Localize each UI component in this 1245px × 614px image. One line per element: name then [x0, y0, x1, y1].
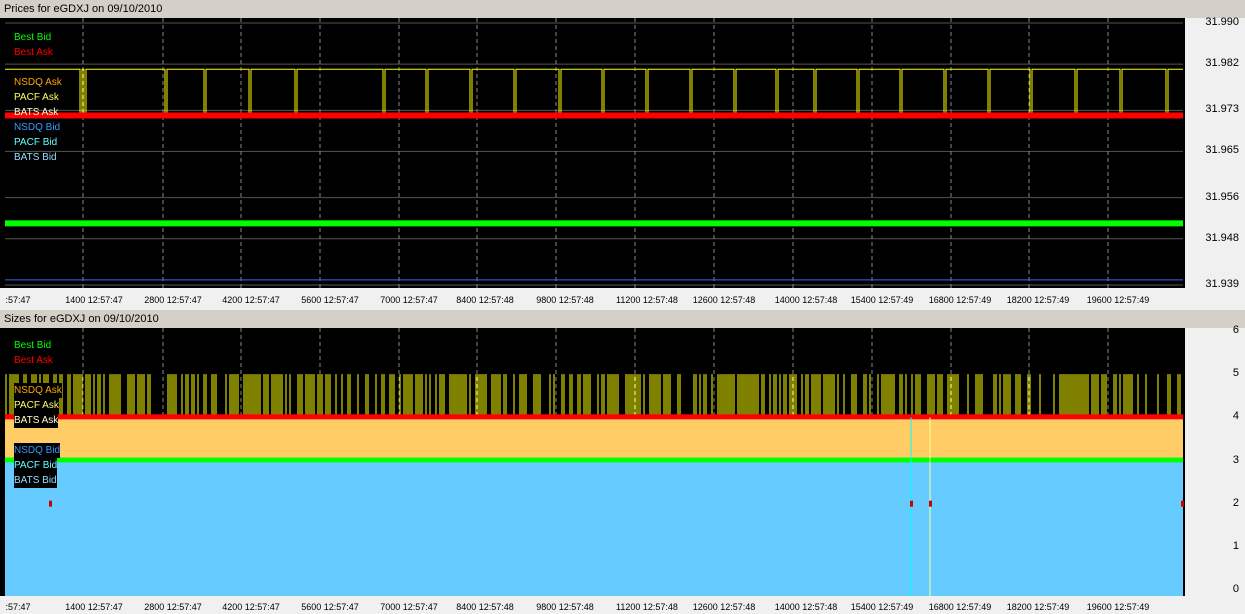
red-marker: [929, 500, 932, 507]
x-tick-label: 15400 12:57:49: [850, 295, 914, 305]
legend-best-ask: Best Ask: [14, 355, 53, 366]
red-marker: [910, 500, 913, 507]
x-tick-label: 1400 12:57:47: [65, 602, 123, 612]
x-tick-label: 11200 12:57:48: [616, 295, 678, 305]
x-tick-label: 2800 12:57:47: [144, 602, 202, 612]
y-tick-label: 1: [1232, 539, 1239, 552]
sizes-legend: Best Bid Best Ask NSDQ Ask PACF Ask BATS…: [14, 338, 62, 488]
x-tick-label: 18200 12:57:49: [1006, 295, 1070, 305]
bats-bid-area: [5, 460, 1183, 596]
x-tick-label: 4200 12:57:47: [222, 295, 280, 305]
best-ask-line: [5, 112, 1183, 119]
y-tick-label: 31.956: [1205, 190, 1239, 203]
y-tick-label: 5: [1232, 367, 1239, 380]
best-bid-line: [5, 220, 1183, 227]
legend-nsdq-ask: NSDQ Ask: [14, 383, 62, 398]
legend-pacf-ask: PACF Ask: [14, 92, 59, 103]
x-tick-label: 2800 12:57:47: [144, 295, 202, 305]
y-tick-label: 6: [1232, 324, 1239, 336]
best-ask-size-line: [5, 414, 1183, 420]
x-tick-label: 12600 12:57:48: [692, 602, 756, 612]
x-tick-label: 12600 12:57:48: [692, 295, 756, 305]
x-tick-label: :57:47: [5, 295, 31, 305]
y-tick-label: 31.982: [1205, 57, 1239, 70]
y-tick-label: 31.939: [1205, 278, 1239, 290]
prices-legend: Best Bid Best Ask NSDQ Ask PACF Ask BATS…: [14, 30, 62, 165]
x-tick-label: 4200 12:57:47: [222, 602, 280, 612]
legend-best-ask: Best Ask: [14, 47, 53, 58]
sizes-plot: [0, 328, 1185, 596]
x-tick-label: 19600 12:57:49: [1086, 295, 1150, 305]
legend-best-bid: Best Bid: [14, 340, 52, 351]
red-marker: [49, 500, 52, 507]
prices-title: Prices for eGDXJ on 09/10/2010: [0, 0, 1245, 18]
x-tick-label: 1400 12:57:47: [65, 295, 123, 305]
x-tick-label: 14000 12:57:48: [774, 295, 838, 305]
x-tick-label: 7000 12:57:47: [380, 295, 438, 305]
plot-background: [0, 18, 1185, 288]
bats-ask-area: [5, 417, 1183, 461]
x-tick-label: 18200 12:57:49: [1006, 602, 1070, 612]
legend-best-bid: Best Bid: [14, 32, 52, 43]
legend-bats-bid: BATS Bid: [14, 152, 57, 163]
x-tick-label: 19600 12:57:49: [1086, 602, 1150, 612]
y-tick-label: 3: [1232, 453, 1239, 466]
legend-pacf-ask: PACF Ask: [14, 398, 59, 413]
y-tick-label: 2: [1232, 496, 1239, 509]
x-tick-label: 15400 12:57:49: [850, 602, 914, 612]
x-tick-label: 8400 12:57:48: [456, 295, 514, 305]
x-tick-label: 9800 12:57:48: [536, 295, 594, 305]
prices-plot: [0, 18, 1185, 288]
y-tick-label: 0: [1232, 583, 1239, 595]
x-tick-label: 7000 12:57:47: [380, 602, 438, 612]
y-tick-label: 4: [1232, 410, 1239, 423]
x-tick-label: :57:47: [5, 602, 31, 612]
legend-pacf-bid: PACF Bid: [14, 137, 58, 148]
legend-nsdq-bid: NSDQ Bid: [14, 122, 61, 133]
x-tick-label: 14000 12:57:48: [774, 602, 838, 612]
x-tick-label: 16800 12:57:49: [928, 602, 992, 612]
legend-pacf-bid: PACF Bid: [14, 458, 58, 473]
x-tick-label: 9800 12:57:48: [536, 602, 594, 612]
best-bid-size-line: [5, 457, 1183, 463]
y-tick-label: 31.973: [1205, 103, 1239, 116]
sizes-title: Sizes for eGDXJ on 09/10/2010: [0, 310, 1245, 328]
x-tick-label: 8400 12:57:48: [456, 602, 514, 612]
x-tick-label: 5600 12:57:47: [301, 295, 359, 305]
legend-nsdq-ask: NSDQ Ask: [14, 77, 62, 88]
legend-bats-bid: BATS Bid: [14, 473, 57, 488]
x-tick-label: 11200 12:57:48: [616, 602, 678, 612]
y-tick-label: 31.965: [1205, 144, 1239, 157]
x-tick-label: 16800 12:57:49: [928, 295, 992, 305]
legend-nsdq-bid: NSDQ Bid: [14, 443, 61, 458]
y-tick-label: 31.948: [1205, 231, 1239, 244]
x-tick-label: 5600 12:57:47: [301, 602, 359, 612]
red-marker: [1181, 500, 1184, 507]
legend-bats-ask: BATS Ask: [14, 107, 59, 118]
y-tick-label: 31.990: [1205, 16, 1239, 28]
legend-bats-ask: BATS Ask: [14, 413, 59, 428]
